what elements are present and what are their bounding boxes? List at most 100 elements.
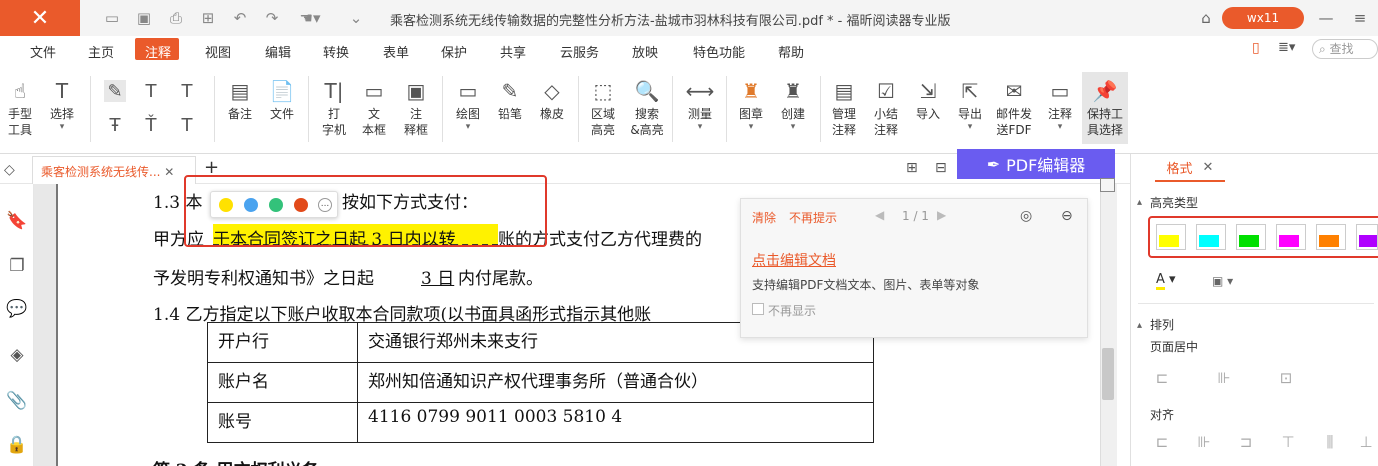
squiggly-text-icon[interactable]: Ŧ [104, 114, 126, 136]
menu-icon[interactable]: ≡ [1350, 8, 1370, 28]
underline-text-icon[interactable]: T [140, 80, 162, 102]
replace-text-icon[interactable]: T [176, 114, 198, 136]
popup-next-icon[interactable]: ▶ [937, 208, 946, 222]
menu-file[interactable]: 文件 [30, 42, 56, 61]
import-button[interactable]: ⇲ 导入 [908, 78, 948, 122]
gift-icon[interactable]: ⌂ [1196, 8, 1216, 28]
menu-cloud[interactable]: 云服务 [560, 42, 599, 61]
pdf-editor-banner[interactable]: ✒ PDF编辑器 [957, 149, 1115, 179]
area-highlight-button[interactable]: ⬚ 区域 高亮 [583, 78, 623, 138]
font-color-button[interactable]: A ▾ [1156, 272, 1186, 292]
hand-tool-button[interactable]: ☝ 手型 工具 [0, 78, 40, 138]
typewriter-button[interactable]: T| 打字机 [314, 78, 354, 138]
phone-icon[interactable]: ▯ [1252, 40, 1268, 58]
popup-edit-document-link[interactable]: 点击编辑文档 [752, 250, 836, 270]
align-middle-icon[interactable]: ⫼ [1320, 432, 1340, 452]
menu-home[interactable]: 主页 [88, 42, 114, 61]
stamp-button[interactable]: ♜ 图章 ▾ [731, 78, 771, 132]
open-folder-icon[interactable]: ▭ [102, 8, 122, 28]
menu-view[interactable]: 视图 [205, 42, 231, 61]
menu-features[interactable]: 特色功能 [693, 42, 745, 61]
redo-icon[interactable]: ↷ [262, 8, 282, 28]
summarize-comments-button[interactable]: ☑ 小结 注释 [866, 78, 906, 138]
align-top-icon[interactable]: ⊤ [1278, 432, 1298, 452]
new-file-icon[interactable]: ⊞ [198, 8, 218, 28]
menu-protect[interactable]: 保护 [441, 42, 467, 61]
grid-view-icon[interactable]: ⊞ [906, 160, 924, 178]
menu-forms[interactable]: 表单 [383, 42, 409, 61]
search-input[interactable]: ⌕ 查找 [1312, 39, 1378, 59]
align-left-icon[interactable]: ⊏ [1152, 432, 1172, 452]
undo-icon[interactable]: ↶ [230, 8, 250, 28]
collapse-arrow-icon[interactable]: ▴ [1137, 197, 1142, 208]
bookmark-icon[interactable]: 🔖 [6, 210, 28, 232]
scroll-up-button[interactable] [1100, 178, 1115, 192]
eraser-button[interactable]: ◇ 橡皮 [532, 78, 572, 122]
strikeout-text-icon[interactable]: T [176, 80, 198, 102]
format-tab[interactable]: 格式 ✕ [1155, 154, 1225, 182]
file-attach-button[interactable]: 📄 文件 [262, 78, 302, 122]
popup-clear-link[interactable]: 清除 [752, 209, 776, 226]
menu-share[interactable]: 共享 [500, 42, 526, 61]
menu-convert[interactable]: 转换 [323, 42, 349, 61]
hand-icon: ☝ [13, 79, 27, 103]
search-options-icon[interactable]: ≣▾ [1278, 40, 1308, 58]
center-vertical-icon[interactable]: ⊪ [1214, 368, 1234, 388]
fill-color-button[interactable]: ▣ ▾ [1212, 274, 1242, 292]
center-both-icon[interactable]: ⊡ [1276, 368, 1296, 388]
highlight-text-icon[interactable]: ✎ [104, 80, 126, 102]
format-tab-close-icon[interactable]: ✕ [1203, 160, 1214, 175]
comment-button[interactable]: ▭ 注释 ▾ [1040, 78, 1080, 132]
app-logo-icon[interactable]: ✕ [0, 0, 80, 36]
drawing-button[interactable]: ▭ 绘图 ▾ [448, 78, 488, 132]
document-tab[interactable]: 乘客检测系统无线传... ✕ [32, 156, 196, 184]
menu-edit[interactable]: 编辑 [265, 42, 291, 61]
create-stamp-button[interactable]: ♜ 创建 ▾ [773, 78, 813, 132]
popup-no-show-checkbox[interactable] [752, 303, 764, 315]
user-account-button[interactable]: wx11 [1222, 7, 1304, 29]
pages-icon[interactable]: ❐ [6, 255, 28, 277]
save-icon[interactable]: ▣ [134, 8, 154, 28]
vertical-scrollbar[interactable] [1100, 184, 1117, 466]
security-lock-icon[interactable]: 🔒 [6, 434, 28, 456]
scrollbar-thumb[interactable] [1102, 348, 1114, 400]
textbox-button[interactable]: ▭ 文本框 [354, 78, 394, 138]
popup-collapse-icon[interactable]: ⊖ [1061, 208, 1073, 224]
menu-slideshow[interactable]: 放映 [632, 42, 658, 61]
email-fdf-button[interactable]: ✉ 邮件发 送FDF [994, 78, 1034, 138]
callout-label: 注释框 [403, 107, 428, 137]
menu-help[interactable]: 帮助 [778, 42, 804, 61]
manage-comments-button[interactable]: ▤ 管理 注释 [824, 78, 864, 138]
layers-icon[interactable]: ◈ [6, 344, 28, 366]
export-button[interactable]: ⇱ 导出 ▾ [950, 78, 990, 132]
measure-button[interactable]: ⟷ 测量 ▾ [680, 78, 720, 132]
select-tool-button[interactable]: T 选择 ▾ [42, 78, 82, 132]
new-tab-icon[interactable]: + [204, 157, 220, 178]
pencil-button[interactable]: ✎ 铅笔 [490, 78, 530, 122]
layout-icon[interactable]: ⊟ [935, 160, 953, 178]
menu-comment[interactable]: 注释 [145, 42, 171, 61]
popup-no-prompt-link[interactable]: 不再提示 [789, 209, 837, 226]
align-bottom-icon[interactable]: ⊥ [1356, 432, 1376, 452]
align-center-icon[interactable]: ⊪ [1194, 432, 1214, 452]
table-cell-label: 账户名 [207, 362, 358, 403]
popup-settings-icon[interactable]: ◎ [1020, 208, 1032, 224]
callout-button[interactable]: ▣ 注释框 [396, 78, 436, 138]
eraser-small-icon[interactable]: ◇ [4, 162, 24, 180]
insert-text-icon[interactable]: Ť [140, 114, 162, 136]
search-highlight-button[interactable]: 🔍 搜索 &高亮 [627, 78, 667, 138]
minimize-icon[interactable]: — [1316, 8, 1336, 28]
customize-chevron-icon[interactable]: ⌄ [346, 8, 366, 28]
attachment-icon[interactable]: 📎 [6, 390, 28, 412]
popup-prev-icon[interactable]: ◀ [875, 208, 884, 222]
swatch-red-outline [1148, 216, 1378, 258]
close-tab-icon[interactable]: ✕ [164, 165, 174, 179]
align-right-icon[interactable]: ⊐ [1236, 432, 1256, 452]
note-button[interactable]: ▤ 备注 [220, 78, 260, 122]
collapse-arrow-icon[interactable]: ▴ [1137, 320, 1142, 331]
hand-tool-quick-icon[interactable]: ☚▾ [296, 8, 324, 28]
center-horizontal-icon[interactable]: ⊏ [1152, 368, 1172, 388]
print-icon[interactable]: ⎙ [166, 8, 186, 28]
keep-tool-selected-button[interactable]: 📌 保持工 具选择 [1085, 78, 1125, 138]
comments-panel-icon[interactable]: 💬 [6, 298, 28, 320]
